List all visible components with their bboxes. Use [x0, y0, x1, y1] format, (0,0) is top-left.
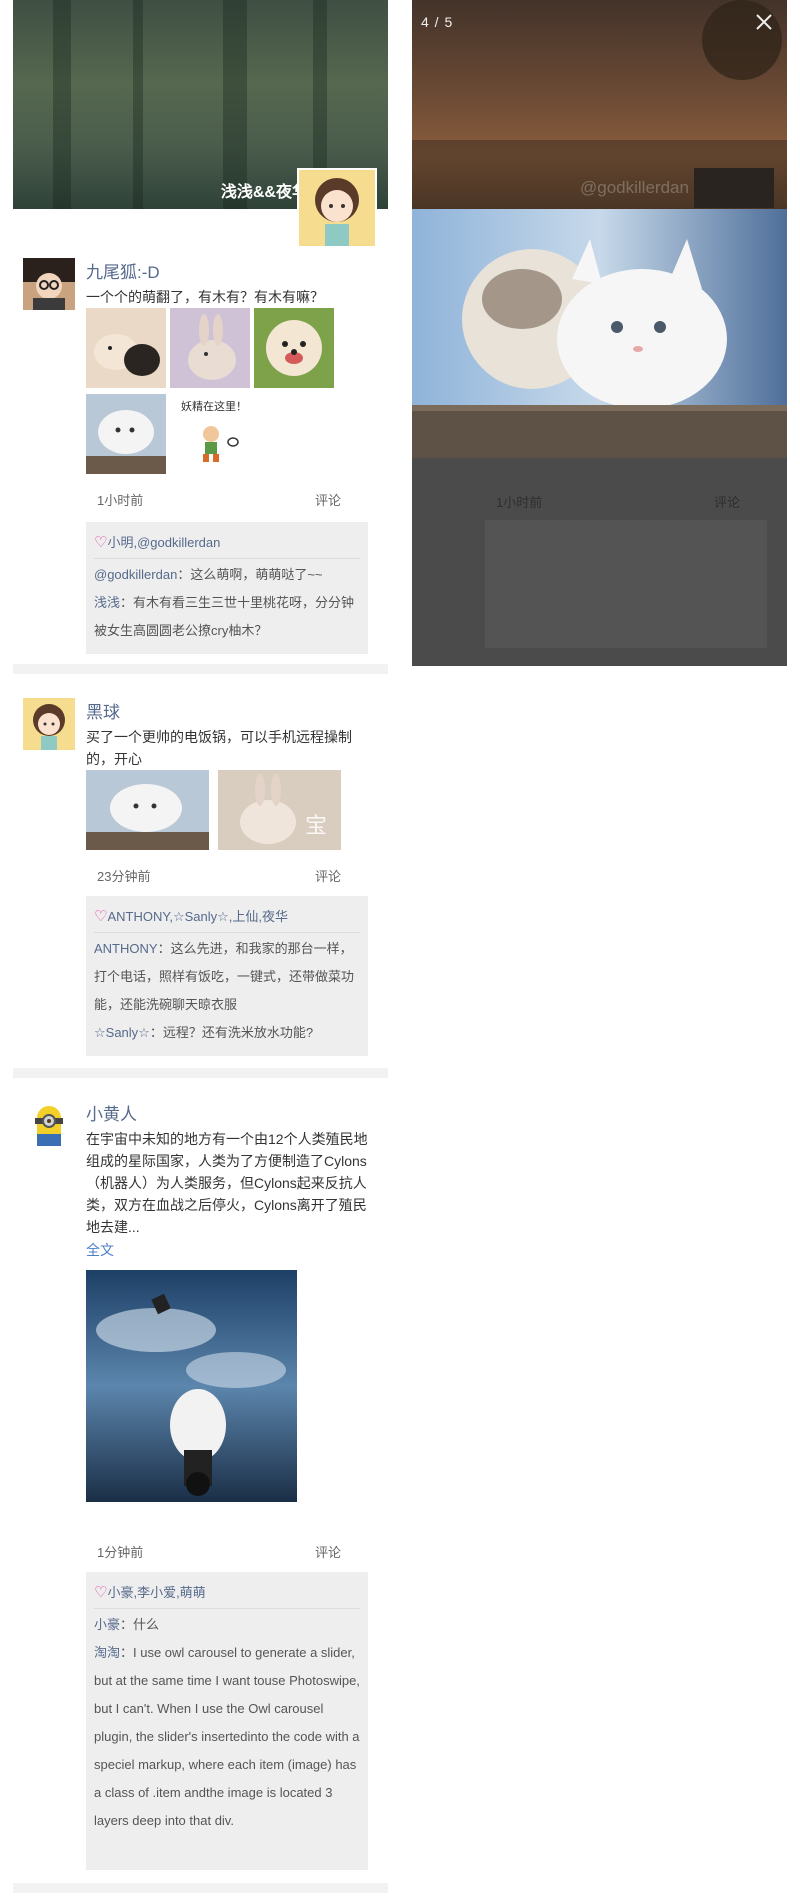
comment-item[interactable]: 淘淘：I use owl carousel to generate a slid…	[94, 1639, 360, 1835]
post-image[interactable]	[86, 770, 209, 850]
author-name[interactable]: 九尾狐:-D	[86, 258, 160, 283]
dimmed-time: 1小时前	[496, 495, 543, 510]
cover-username[interactable]: 浅浅&&夜华	[221, 178, 308, 202]
likes-names[interactable]: 小豪,李小爱,萌萌	[107, 1585, 205, 1600]
cover-avatar[interactable]	[297, 168, 377, 248]
commenter-name[interactable]: @godkillerdan	[94, 567, 177, 582]
post-image[interactable]	[170, 308, 250, 388]
post-text: 一个个的萌翻了，有木有？有木有嘛？	[86, 289, 324, 305]
post-time: 1小时前	[97, 493, 144, 508]
viewer-watermark: @godkillerdan	[580, 178, 689, 197]
comment-item[interactable]: 小豪：什么	[94, 1611, 360, 1639]
comment-box: ♡ANTHONY,☆Sanly☆,上仙,夜华 ANTHONY：这么先进，和我家的…	[86, 896, 368, 1056]
post-image[interactable]	[86, 1270, 297, 1502]
comment-text: ：I use owl carousel to generate a slider…	[94, 1645, 360, 1828]
dimmed-feed: 1小时前 评论	[412, 458, 787, 666]
likes-row: ♡ANTHONY,☆Sanly☆,上仙,夜华	[94, 902, 360, 933]
post-image[interactable]: 宝	[218, 770, 341, 850]
post-divider	[13, 1068, 388, 1078]
commenter-name[interactable]: 小豪	[94, 1617, 120, 1632]
likes-row: ♡小明,@godkillerdan	[94, 528, 360, 559]
post-text: 在宇宙中未知的地方有一个由12个人类殖民地组成的星际国家，人类为了方便制造了Cy…	[86, 1131, 368, 1235]
commenter-name[interactable]: ANTHONY	[94, 941, 158, 956]
post-time: 23分钟前	[97, 869, 151, 884]
post-divider	[13, 1883, 388, 1893]
photo-counter: 4 / 5	[421, 14, 454, 30]
comment-button[interactable]: 评论	[315, 1542, 341, 1561]
likes-names[interactable]: 小明,@godkillerdan	[107, 535, 220, 550]
post-image[interactable]	[254, 308, 334, 388]
heart-icon[interactable]: ♡	[94, 534, 107, 551]
author-name[interactable]: 黑球	[86, 698, 120, 723]
author-avatar[interactable]	[23, 698, 75, 750]
post-image[interactable]	[86, 308, 166, 388]
comment-item[interactable]: ANTHONY：这么先进，和我家的那台一样，打个电话，照样有饭吃，一键式，还带做…	[94, 935, 360, 1019]
comment-text: ：这么萌啊，萌萌哒了~~	[177, 567, 323, 582]
post-time: 1分钟前	[97, 1545, 144, 1560]
dimmed-comment: 评论	[714, 495, 741, 510]
comment-box: ♡小明,@godkillerdan @godkillerdan：这么萌啊，萌萌哒…	[86, 522, 368, 654]
comment-text: ：远程？还有洗米放水功能?	[149, 1025, 314, 1040]
comment-box: ♡小豪,李小爱,萌萌 小豪：什么 淘淘：I use owl carousel t…	[86, 1572, 368, 1870]
image-watermark: 宝	[304, 814, 327, 839]
dimmed-comment-box	[485, 520, 767, 648]
commenter-name[interactable]: 浅浅	[94, 595, 120, 610]
likes-row: ♡小豪,李小爱,萌萌	[94, 1578, 360, 1609]
post-image[interactable]	[86, 394, 166, 474]
author-name[interactable]: 小黄人	[86, 1100, 137, 1125]
comment-text: ：什么	[120, 1617, 160, 1632]
comment-text: ：有木有看三生三世十里桃花呀，分分钟被女生高圆圆老公撩cry柚木？	[94, 595, 355, 638]
close-icon[interactable]	[752, 10, 776, 34]
commenter-name[interactable]: 淘淘	[94, 1645, 120, 1660]
comment-item[interactable]: ☆Sanly☆：远程？还有洗米放水功能?	[94, 1019, 360, 1047]
author-avatar[interactable]	[23, 1100, 75, 1152]
post-text: 买了一个更帅的电饭锅，可以手机远程操制的，开心	[86, 729, 352, 767]
comment-button[interactable]: 评论	[315, 866, 341, 885]
comment-button[interactable]: 评论	[315, 490, 341, 509]
commenter-name[interactable]: ☆Sanly☆	[94, 1025, 150, 1040]
heart-icon[interactable]: ♡	[94, 908, 107, 925]
post-divider	[13, 664, 388, 674]
sticker-image: 妖精在这里！	[173, 398, 263, 468]
full-text-link[interactable]: 全文	[86, 1240, 114, 1260]
author-avatar[interactable]	[23, 258, 75, 310]
likes-names[interactable]: ANTHONY,☆Sanly☆,上仙,夜华	[107, 909, 288, 924]
comment-item[interactable]: @godkillerdan：这么萌啊，萌萌哒了~~	[94, 561, 360, 589]
viewer-photo[interactable]	[412, 209, 787, 458]
comment-item[interactable]: 浅浅：有木有看三生三世十里桃花呀，分分钟被女生高圆圆老公撩cry柚木？	[94, 589, 360, 645]
heart-icon[interactable]: ♡	[94, 1584, 107, 1601]
